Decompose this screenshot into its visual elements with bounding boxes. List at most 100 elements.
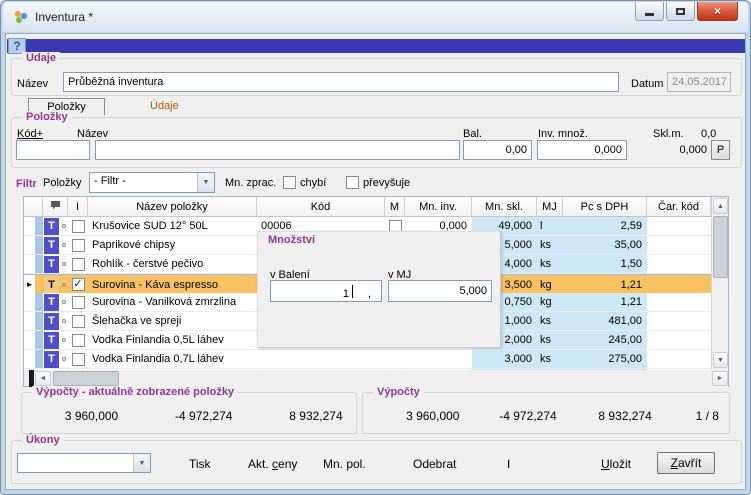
type-badge: T <box>44 313 59 330</box>
cell-kod <box>257 350 385 369</box>
total-diff-visible: -4 972,274 <box>132 409 242 423</box>
vypocty-groupbox: Výpočty 3 960,000 -4 972,274 8 932,274 1… <box>362 392 730 434</box>
nazev-input[interactable] <box>63 72 619 92</box>
cell-mj: ks <box>537 255 563 274</box>
header-pc-s-dph[interactable]: Pc s DPH <box>563 197 647 216</box>
v-mj-input[interactable]: 5,000 <box>388 280 492 302</box>
header-mn-skl[interactable]: Mn. skl. <box>472 197 537 216</box>
chevron-down-icon[interactable]: ▼ <box>133 454 150 472</box>
nazev-label: Název <box>17 78 48 90</box>
chybi-checkbox[interactable] <box>283 176 296 189</box>
row-checkbox[interactable]: ✓ <box>72 278 85 291</box>
cell-chk: ✓ <box>68 275 88 294</box>
cell-pc: 275,00 <box>563 350 647 369</box>
type-badge: T <box>44 218 59 235</box>
horizontal-scrollbar[interactable]: ◄ ► <box>35 371 728 387</box>
row-checkbox[interactable] <box>72 315 85 328</box>
ulozit-button[interactable]: Uložit <box>601 457 631 471</box>
akt-ceny-button[interactable]: Akt. ceny <box>248 457 297 471</box>
cell-dot <box>60 312 68 331</box>
header-m[interactable]: M <box>385 197 405 216</box>
row-checkbox[interactable] <box>72 258 85 271</box>
cell-pc: 481,00 <box>563 312 647 331</box>
header-i[interactable]: I <box>68 197 88 216</box>
kod-label: Kód+ <box>17 128 43 140</box>
filtr-label: Filtr <box>16 178 37 190</box>
cell-t: T <box>43 255 60 274</box>
p-button[interactable]: P <box>711 140 730 160</box>
cell-mj: ks <box>537 312 563 331</box>
cell-t: T <box>43 331 60 350</box>
cell-pc: 1,50 <box>563 255 647 274</box>
scroll-down-icon[interactable]: ▼ <box>713 352 728 368</box>
cell-mninv <box>405 350 472 369</box>
inv-mnoz-input[interactable] <box>537 140 627 160</box>
odebrat-button[interactable]: Odebrat <box>413 457 456 471</box>
cell-mj: kg <box>537 293 563 312</box>
tab-udaje[interactable]: Údaje <box>150 100 179 112</box>
header-note[interactable] <box>43 197 68 216</box>
vscroll-thumb[interactable] <box>713 216 728 278</box>
header-blank[interactable] <box>24 197 43 216</box>
mn-pol-button[interactable]: Mn. pol. <box>323 457 366 471</box>
minimize-icon <box>645 13 654 16</box>
hscroll-thumb[interactable] <box>53 371 119 386</box>
cell-dot <box>60 331 68 350</box>
i-button[interactable]: I <box>507 457 510 471</box>
cell-name: Šlehačka ve spreji <box>88 312 257 331</box>
cell-t: T <box>43 236 60 255</box>
cell-gutter <box>24 293 35 312</box>
cell-pc: 245,00 <box>563 331 647 350</box>
header-kod[interactable]: Kód <box>257 197 385 216</box>
scroll-right-icon[interactable]: ► <box>712 371 728 386</box>
ukony-dropdown[interactable]: ▼ <box>17 453 151 473</box>
popup-title: Množství <box>268 234 315 246</box>
filter-dropdown-value: - Filtr - <box>94 175 126 187</box>
vypocty-title: Výpočty <box>373 386 424 398</box>
header-mn-inv[interactable]: Mn. inv. <box>405 197 472 216</box>
table-row[interactable]: TVodka Finlandia 0,7L láhev3,000ks275,00 <box>24 350 711 369</box>
header-car-kod[interactable]: Čar. kód <box>647 197 711 216</box>
cell-mj: ks <box>537 350 563 369</box>
tisk-button[interactable]: Tisk <box>189 457 211 471</box>
minimize-button[interactable] <box>635 2 664 21</box>
filter-dropdown[interactable]: - Filtr - ▼ <box>89 172 215 193</box>
kod-input[interactable] <box>16 140 90 160</box>
vypocty-visible-title: Výpočty - aktuálně zobrazené položky <box>32 386 238 398</box>
cell-dot <box>60 350 68 369</box>
type-badge: T <box>44 237 59 254</box>
v-baleni-input[interactable]: 1 , <box>270 280 382 302</box>
header-nazev-polozky[interactable]: Název položky <box>88 197 257 216</box>
pane-splitter[interactable] <box>29 370 34 387</box>
total-diff: -4 972,274 <box>465 409 560 423</box>
bal-input[interactable] <box>463 140 532 160</box>
vertical-scrollbar[interactable]: ▲ ▼ <box>711 197 728 369</box>
close-button[interactable]: × <box>697 2 738 21</box>
v-baleni-decimal-separator: , <box>368 284 371 304</box>
titlebar[interactable]: Inventura * × <box>3 2 748 32</box>
row-checkbox[interactable] <box>72 334 85 347</box>
cell-pc: 1,21 <box>563 293 647 312</box>
row-checkbox[interactable] <box>72 220 85 233</box>
cell-strip <box>35 350 43 369</box>
row-checkbox[interactable] <box>72 296 85 309</box>
prevysuje-checkbox[interactable] <box>346 176 359 189</box>
datum-input <box>667 72 731 92</box>
scroll-left-icon[interactable]: ◄ <box>35 371 51 386</box>
zavrit-button[interactable]: Zavřít <box>657 452 715 474</box>
chevron-down-icon[interactable]: ▼ <box>197 173 214 192</box>
status-dot-icon <box>62 283 66 287</box>
row-checkbox[interactable] <box>72 353 85 366</box>
sklm-value: 0,000 <box>641 144 707 156</box>
scroll-up-icon[interactable]: ▲ <box>713 198 728 214</box>
status-dot-icon <box>62 300 66 304</box>
header-mj[interactable]: MJ <box>537 197 563 216</box>
cell-chk <box>68 217 88 236</box>
maximize-button[interactable] <box>666 2 695 21</box>
sklm-label: Skl.m. <box>653 128 684 140</box>
cell-t: T <box>43 350 60 369</box>
polozky-nazev-input[interactable] <box>95 140 460 160</box>
cell-mj: ks <box>537 331 563 350</box>
window-title: Inventura * <box>35 10 93 24</box>
row-checkbox[interactable] <box>72 239 85 252</box>
